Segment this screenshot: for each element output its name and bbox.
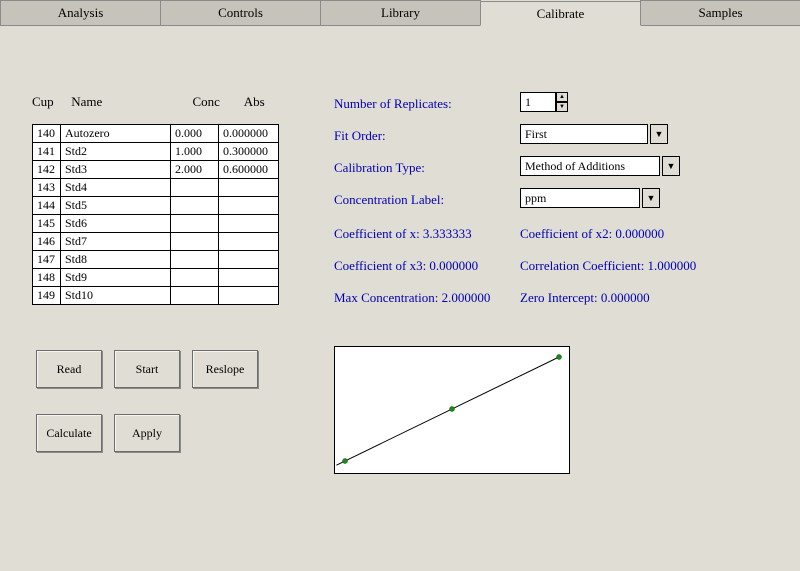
cell-name[interactable]: Std7 [61,233,171,251]
concentration-label-label: Concentration Label: [334,192,444,208]
calibration-type-label: Calibration Type: [334,160,425,176]
replicates-input[interactable]: 1 [520,92,556,112]
max-conc-label: Max Concentration: 2.000000 [334,290,490,306]
tab-library[interactable]: Library [320,0,481,25]
col-abs: Abs [244,94,298,110]
start-button[interactable]: Start [114,350,180,388]
replicates-spinner[interactable]: ▲ ▼ [556,92,568,112]
table-row: 141Std21.0000.300000 [33,143,279,161]
cell-cup[interactable]: 146 [33,233,61,251]
replicates-label: Number of Replicates: [334,96,452,112]
cell-name[interactable]: Std4 [61,179,171,197]
cell-conc[interactable] [171,233,219,251]
coef-x-label: Coefficient of x: 3.333333 [334,226,472,242]
cell-abs[interactable] [219,197,279,215]
coef-x3-label: Coefficient of x3: 0.000000 [334,258,478,274]
cell-conc[interactable] [171,269,219,287]
read-button[interactable]: Read [36,350,102,388]
cell-name[interactable]: Std9 [61,269,171,287]
cell-abs[interactable] [219,179,279,197]
spinner-up-icon[interactable]: ▲ [556,92,568,102]
cell-cup[interactable]: 143 [33,179,61,197]
zero-intercept-label: Zero Intercept: 0.000000 [520,290,650,306]
cell-abs[interactable] [219,233,279,251]
standards-table: 140Autozero0.0000.000000141Std21.0000.30… [32,124,279,305]
fit-order-label: Fit Order: [334,128,386,144]
cell-name[interactable]: Std10 [61,287,171,305]
table-row: 144Std5 [33,197,279,215]
cell-conc[interactable] [171,251,219,269]
col-cup: Cup [32,94,68,110]
tab-calibrate[interactable]: Calibrate [480,1,641,26]
cell-conc[interactable] [171,179,219,197]
cell-name[interactable]: Std6 [61,215,171,233]
cell-conc[interactable]: 1.000 [171,143,219,161]
correlation-label: Correlation Coefficient: 1.000000 [520,258,696,274]
col-conc: Conc [193,94,241,110]
reslope-button[interactable]: Reslope [192,350,258,388]
cell-abs[interactable]: 0.000000 [219,125,279,143]
tab-controls[interactable]: Controls [160,0,321,25]
table-row: 148Std9 [33,269,279,287]
table-row: 146Std7 [33,233,279,251]
fit-order-select[interactable]: First [520,124,648,144]
cell-abs[interactable] [219,287,279,305]
cell-name[interactable]: Std8 [61,251,171,269]
cell-cup[interactable]: 141 [33,143,61,161]
cell-name[interactable]: Std3 [61,161,171,179]
tab-samples[interactable]: Samples [640,0,800,25]
cell-cup[interactable]: 145 [33,215,61,233]
cell-cup[interactable]: 140 [33,125,61,143]
concentration-label-select[interactable]: ppm [520,188,640,208]
cell-abs[interactable] [219,269,279,287]
cell-cup[interactable]: 144 [33,197,61,215]
calibration-chart [334,346,570,474]
cell-abs[interactable]: 0.600000 [219,161,279,179]
cell-name[interactable]: Std2 [61,143,171,161]
cell-cup[interactable]: 149 [33,287,61,305]
tab-analysis[interactable]: Analysis [0,0,161,25]
cell-conc[interactable] [171,287,219,305]
cell-conc[interactable]: 2.000 [171,161,219,179]
cell-conc[interactable]: 0.000 [171,125,219,143]
table-row: 145Std6 [33,215,279,233]
cell-cup[interactable]: 142 [33,161,61,179]
table-row: 143Std4 [33,179,279,197]
table-row: 142Std32.0000.600000 [33,161,279,179]
cell-cup[interactable]: 147 [33,251,61,269]
coef-x2-label: Coefficient of x2: 0.000000 [520,226,664,242]
col-name: Name [71,94,189,110]
table-row: 147Std8 [33,251,279,269]
cell-name[interactable]: Autozero [61,125,171,143]
cell-abs[interactable] [219,251,279,269]
calibration-type-dropdown-icon[interactable]: ▼ [662,156,680,176]
table-column-headers: Cup Name Conc Abs [32,94,298,110]
table-row: 140Autozero0.0000.000000 [33,125,279,143]
calibration-type-select[interactable]: Method of Additions [520,156,660,176]
cell-abs[interactable] [219,215,279,233]
cell-conc[interactable] [171,215,219,233]
cell-abs[interactable]: 0.300000 [219,143,279,161]
cell-conc[interactable] [171,197,219,215]
spinner-down-icon[interactable]: ▼ [556,102,568,112]
concentration-label-dropdown-icon[interactable]: ▼ [642,188,660,208]
calculate-button[interactable]: Calculate [36,414,102,452]
table-row: 149Std10 [33,287,279,305]
cell-cup[interactable]: 148 [33,269,61,287]
cell-name[interactable]: Std5 [61,197,171,215]
fit-order-dropdown-icon[interactable]: ▼ [650,124,668,144]
apply-button[interactable]: Apply [114,414,180,452]
